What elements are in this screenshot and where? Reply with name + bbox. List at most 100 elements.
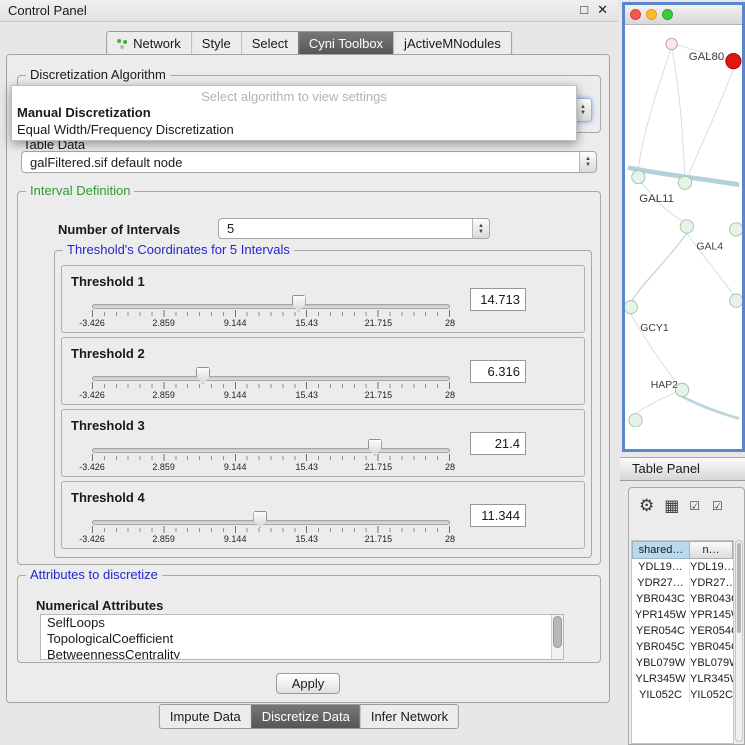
network-window-titlebar	[625, 5, 742, 25]
table-data-combobox[interactable]: galFiltered.sif default node ▲ ▼	[21, 151, 597, 173]
network-icon	[117, 38, 128, 49]
scrollbar-thumb[interactable]	[553, 616, 562, 648]
table-row[interactable]: YDR27…YDR27…	[632, 575, 733, 591]
scale-label: 21.715	[365, 462, 393, 472]
network-node[interactable]	[730, 223, 742, 236]
tab-cyni-toolbox[interactable]: Cyni Toolbox	[298, 32, 393, 55]
network-node[interactable]	[730, 294, 742, 307]
network-edge	[636, 392, 677, 414]
attribute-item[interactable]: TopologicalCoefficient	[41, 631, 563, 647]
numerical-attributes-listbox[interactable]: SelfLoopsTopologicalCoefficientBetweenne…	[40, 614, 564, 660]
column-header-shared-name[interactable]: shared…	[632, 541, 690, 559]
tab-discretize-data[interactable]: Discretize Data	[251, 705, 360, 728]
network-node-label: HAP2	[651, 380, 678, 391]
threshold-panel: Threshold 1-3.4262.8599.14415.4321.71528…	[61, 265, 585, 333]
network-node-label: GAL80	[689, 51, 724, 63]
table-row[interactable]: YPR145WYPR145W	[632, 607, 733, 623]
number-of-intervals-label: Number of Intervals	[58, 222, 180, 237]
network-node[interactable]	[678, 176, 691, 189]
interval-group-title: Interval Definition	[26, 183, 134, 198]
tab-impute-data[interactable]: Impute Data	[160, 705, 251, 728]
slider-track	[92, 448, 450, 453]
network-canvas[interactable]: GAL80GAL11GAL4GCY1HAP2	[625, 25, 742, 427]
network-node[interactable]	[632, 170, 645, 183]
attribute-item[interactable]: BetweennessCentrality	[41, 647, 563, 660]
table-row[interactable]: YLR345WYLR345W	[632, 671, 733, 687]
algorithm-dropdown-popup: Select algorithm to view settings Manual…	[11, 85, 577, 141]
table-cell: YIL052C	[632, 687, 690, 703]
tab-infer-network[interactable]: Infer Network	[360, 705, 458, 728]
network-view-window: GAL80GAL11GAL4GCY1HAP2	[622, 2, 745, 452]
threshold-value-box[interactable]: 21.4	[470, 432, 526, 455]
scrollbar-thumb[interactable]	[737, 543, 741, 633]
threshold-label: Threshold 2	[71, 346, 145, 361]
stepper-down-icon: ▼	[478, 229, 484, 235]
scale-label: -3.426	[79, 462, 105, 472]
scale-label: 9.144	[224, 390, 247, 400]
table-cell: YDR27…	[690, 575, 733, 591]
table-scrollbar[interactable]	[735, 540, 743, 742]
network-node[interactable]	[629, 414, 642, 427]
scale-label: -3.426	[79, 390, 105, 400]
tab-jactivemnodules[interactable]: jActiveMNodules	[393, 32, 511, 55]
stepper-down-icon: ▼	[585, 162, 591, 168]
table-panel-header[interactable]: Table Panel	[620, 457, 745, 481]
algorithm-popup-options: Manual DiscretizationEqual Width/Frequen…	[12, 104, 576, 138]
float-window-icon[interactable]: □	[580, 2, 588, 18]
thresholds-group-title: Threshold's Coordinates for 5 Intervals	[63, 242, 294, 257]
network-node[interactable]	[666, 38, 677, 49]
threshold-value-box[interactable]: 14.713	[470, 288, 526, 311]
scale-label: -3.426	[79, 534, 105, 544]
table-row[interactable]: YBL079WYBL079W	[632, 655, 733, 671]
minimize-traffic-light-icon[interactable]	[646, 9, 657, 20]
apply-button[interactable]: Apply	[276, 673, 340, 694]
zoom-traffic-light-icon[interactable]	[662, 9, 673, 20]
column-header-name[interactable]: n…	[690, 541, 733, 559]
tab-select[interactable]: Select	[241, 32, 298, 55]
threshold-slider[interactable]: -3.4262.8599.14415.4321.71528	[92, 300, 450, 332]
network-node[interactable]	[625, 301, 637, 314]
table-row[interactable]: YIL052CYIL052C	[632, 687, 733, 703]
combo-stepper[interactable]: ▲ ▼	[579, 152, 596, 172]
algorithm-option[interactable]: Equal Width/Frequency Discretization	[12, 121, 576, 138]
select-checkbox-icon[interactable]: ☑	[689, 499, 702, 513]
threshold-value-box[interactable]: 11.344	[470, 504, 526, 527]
tab-label: jActiveMNodules	[404, 36, 501, 51]
gear-icon[interactable]: ⚙	[639, 496, 654, 516]
close-window-icon[interactable]: ✕	[597, 2, 608, 18]
table-data-value: galFiltered.sif default node	[22, 155, 579, 170]
attributes-group: Attributes to discretize Numerical Attri…	[17, 575, 601, 663]
table-cell: YBL079W	[690, 655, 733, 671]
slider-track	[92, 520, 450, 525]
tab-network[interactable]: Network	[107, 32, 191, 55]
attribute-item[interactable]: SelfLoops	[41, 615, 563, 631]
discretize-panel: Discretization Algorithm ▲ ▼ Select algo…	[6, 54, 610, 703]
scale-label: 15.43	[296, 462, 319, 472]
scale-label: 9.144	[224, 534, 247, 544]
select-all-checkbox-icon[interactable]: ☑	[712, 499, 725, 513]
stepper-down-icon: ▼	[580, 110, 586, 116]
threshold-value-box[interactable]: 6.316	[470, 360, 526, 383]
columns-icon[interactable]: ▦	[664, 496, 679, 516]
table-row[interactable]: YER054CYER054C	[632, 623, 733, 639]
table-row[interactable]: YBR043CYBR043C	[632, 591, 733, 607]
close-traffic-light-icon[interactable]	[630, 9, 641, 20]
threshold-slider[interactable]: -3.4262.8599.14415.4321.71528	[92, 444, 450, 476]
scale-label: 2.859	[152, 462, 175, 472]
table-toolbar: ⚙ ▦ ☑ ☑	[639, 496, 725, 516]
network-edge	[638, 47, 671, 171]
network-node[interactable]	[680, 220, 693, 233]
network-node[interactable]	[726, 54, 741, 69]
combo-stepper[interactable]: ▲ ▼	[472, 219, 489, 238]
table-row[interactable]: YBR045CYBR045C	[632, 639, 733, 655]
top-tab-strip: NetworkStyleSelectCyni Toolbox jActiveMNo…	[106, 31, 512, 56]
threshold-slider[interactable]: -3.4262.8599.14415.4321.71528	[92, 516, 450, 548]
tab-style[interactable]: Style	[191, 32, 241, 55]
network-edge	[632, 233, 687, 301]
algorithm-option[interactable]: Manual Discretization	[12, 104, 576, 121]
table-row[interactable]: YDL19…YDL19…	[632, 559, 733, 575]
threshold-slider[interactable]: -3.4262.8599.14415.4321.71528	[92, 372, 450, 404]
table-panel-window: ⚙ ▦ ☑ ☑ shared… n… YDL19…YDL19…YDR27…YDR…	[628, 487, 745, 745]
attributes-scrollbar[interactable]	[551, 615, 563, 659]
number-of-intervals-combobox[interactable]: 5 ▲ ▼	[218, 218, 490, 239]
